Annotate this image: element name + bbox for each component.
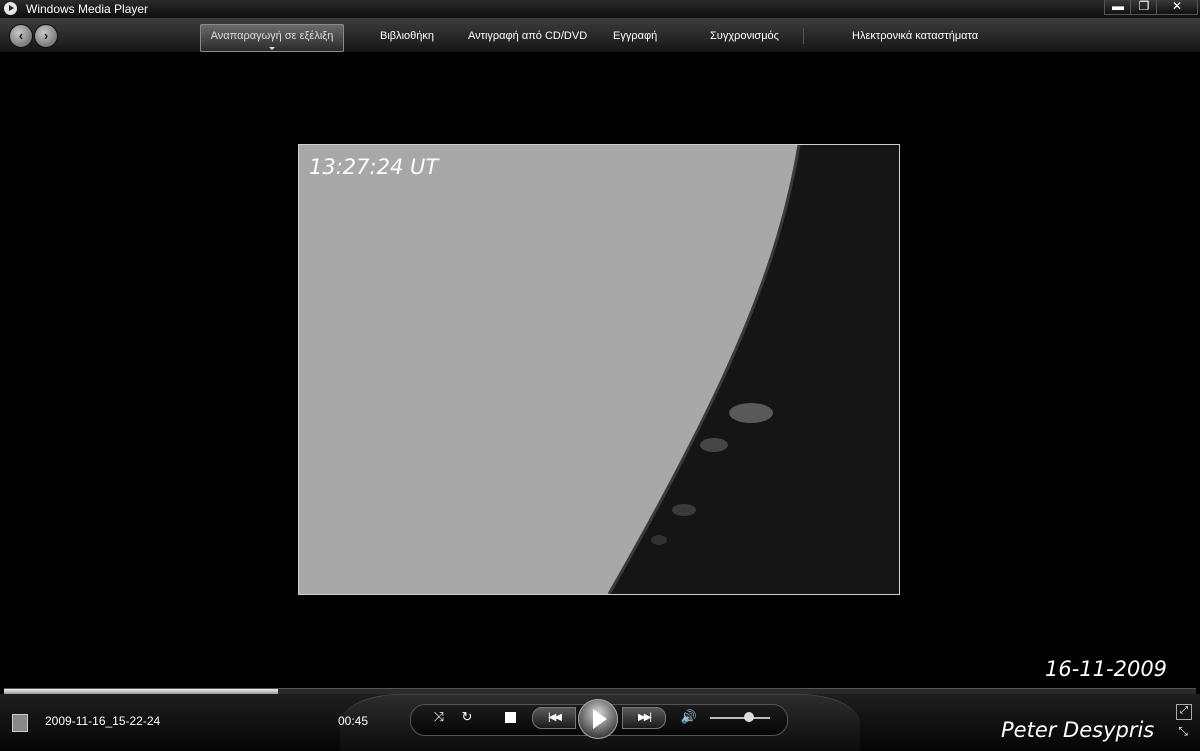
next-button[interactable]: ▶▶| bbox=[622, 707, 666, 729]
nav-divider bbox=[803, 28, 804, 44]
tab-burn[interactable]: Εγγραφή bbox=[613, 30, 657, 42]
media-player-icon bbox=[4, 2, 17, 15]
video-area[interactable]: 13:27:24 UT 16-11-2009 bbox=[0, 53, 1200, 686]
mute-icon[interactable]: 🔊 bbox=[680, 707, 698, 727]
nav-bar: ‹ › Αναπαραγωγή σε εξέλιξη Βιβλιοθήκη Αν… bbox=[0, 18, 1200, 53]
close-button[interactable]: ✕ bbox=[1156, 0, 1198, 15]
tab-library[interactable]: Βιβλιοθήκη bbox=[380, 30, 434, 42]
play-button[interactable] bbox=[578, 699, 618, 739]
video-frame[interactable]: 13:27:24 UT bbox=[298, 144, 900, 595]
stop-button[interactable] bbox=[505, 712, 516, 723]
tab-sync[interactable]: Συγχρονισμός bbox=[710, 30, 779, 42]
elapsed-time: 00:45 bbox=[338, 714, 369, 728]
forward-arrow-icon[interactable]: › bbox=[34, 24, 58, 48]
media-file-icon[interactable] bbox=[12, 714, 28, 732]
credit-caption: Peter Desypris bbox=[1001, 718, 1155, 742]
repeat-icon[interactable]: ↻ bbox=[458, 707, 476, 727]
back-arrow-icon[interactable]: ‹ bbox=[9, 24, 33, 48]
tab-rip[interactable]: Αντιγραφή από CD/DVD bbox=[468, 30, 587, 42]
minimize-button[interactable]: ▬ bbox=[1104, 0, 1132, 15]
tab-online-stores[interactable]: Ηλεκτρονικά καταστήματα bbox=[852, 30, 978, 42]
shuffle-icon[interactable]: ⤨ bbox=[430, 707, 448, 727]
volume-thumb[interactable] bbox=[744, 712, 754, 722]
video-timestamp: 13:27:24 UT bbox=[309, 155, 439, 179]
volume-slider[interactable] bbox=[710, 717, 770, 719]
video-date: 16-11-2009 bbox=[1045, 657, 1168, 681]
sun-limb-image bbox=[607, 145, 899, 594]
switch-to-compact-icon[interactable]: ⤡ bbox=[1176, 724, 1190, 738]
tab-now-playing-label: Αναπαραγωγή σε εξέλιξη bbox=[210, 30, 334, 42]
media-title: 2009-11-16_15-22-24 bbox=[45, 714, 161, 728]
maximize-button[interactable]: ❐ bbox=[1130, 0, 1158, 15]
chevron-down-icon[interactable] bbox=[269, 47, 275, 50]
title-bar: Windows Media Player ▬ ❐ ✕ bbox=[0, 0, 1200, 18]
fullscreen-icon[interactable]: ⤢ bbox=[1176, 704, 1192, 720]
previous-button[interactable]: |◀◀ bbox=[532, 707, 576, 729]
window-title: Windows Media Player bbox=[26, 2, 149, 16]
tab-now-playing[interactable]: Αναπαραγωγή σε εξέλιξη bbox=[200, 24, 344, 52]
